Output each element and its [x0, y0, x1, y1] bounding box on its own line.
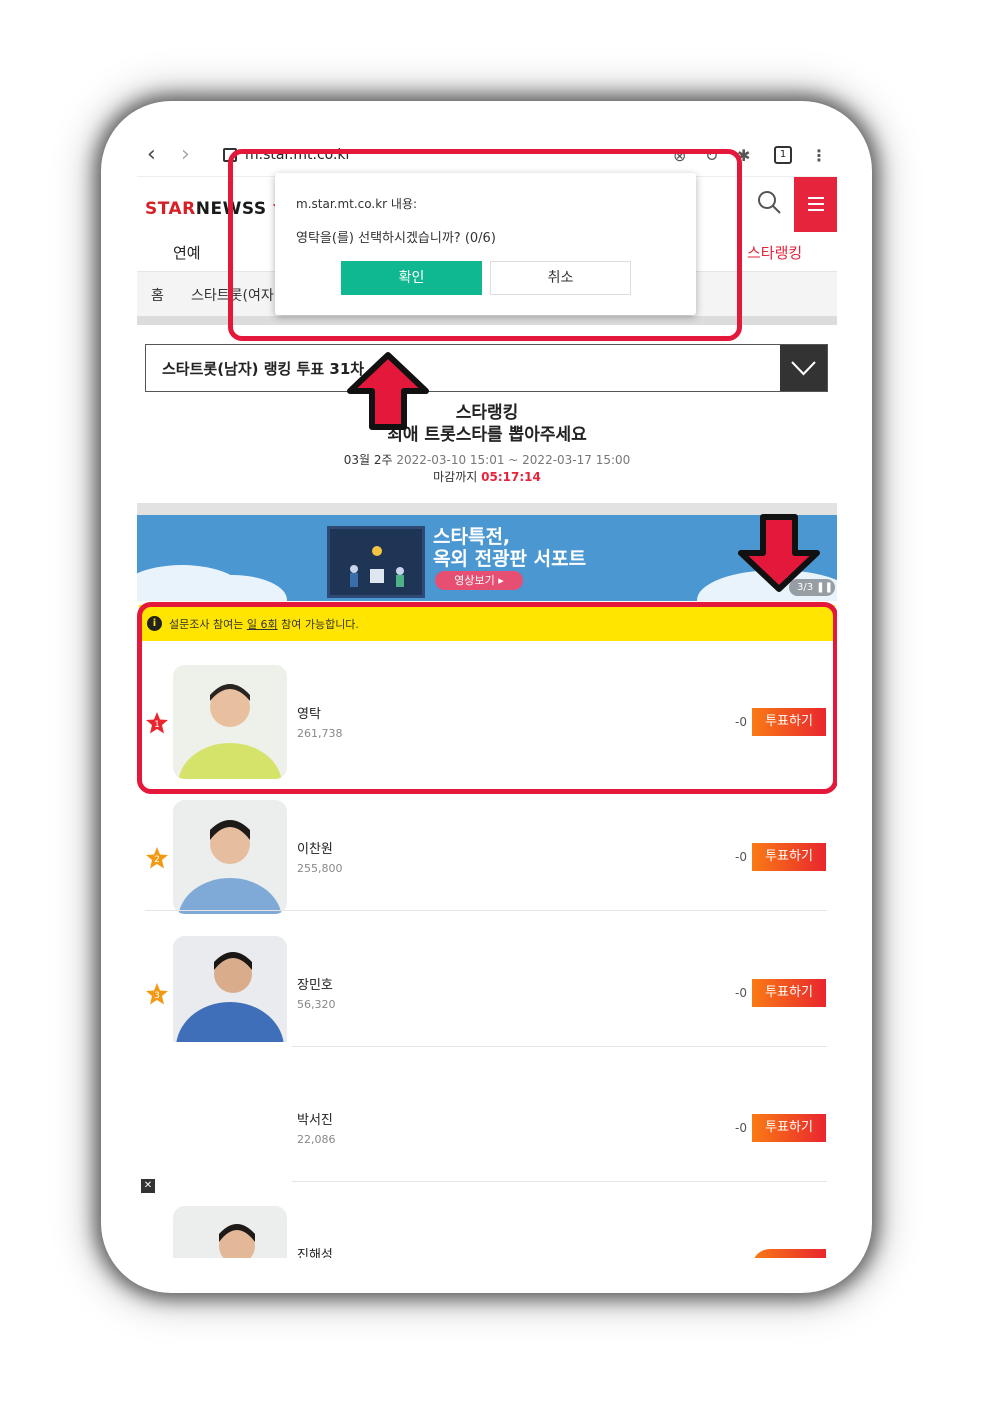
candidate-name: 박서진	[297, 1113, 333, 1128]
banner-line-2: 옥외 전광판 서포트	[433, 548, 587, 570]
ranking-subtitle: 최애 트롯스타를 뽑아주세요	[387, 425, 587, 445]
up-arrow-icon	[347, 352, 429, 430]
vote-button[interactable]: 투표하기	[752, 843, 826, 871]
nav-item-star-ranking[interactable]: 스타랭킹	[747, 242, 802, 263]
section-divider-2	[137, 503, 837, 515]
nav-item-entertainment[interactable]: 연예	[173, 242, 201, 263]
candidate-name: 이찬원	[297, 842, 333, 857]
candidate-votes: 255,800	[297, 862, 343, 875]
logo-text-star: STAR	[145, 199, 196, 219]
candidate-name: 장민호	[297, 978, 333, 993]
candidate-name: 진해성	[297, 1248, 333, 1258]
rank-3-star-icon: 3	[146, 983, 168, 1005]
breadcrumb-home[interactable]: 홈	[151, 285, 164, 305]
candidate-row: 박서진 22,086 -0 투표하기	[137, 1047, 837, 1182]
candidate-row: 2 이찬원 255,800 -0 투표하기	[137, 776, 837, 914]
deadline-label: 마감까지	[433, 470, 478, 484]
svg-text:2: 2	[154, 855, 160, 865]
candidate-row: 진해성	[137, 1182, 837, 1258]
back-icon[interactable]: ‹	[147, 142, 156, 167]
promo-banner[interactable]: 스타특전, 옥외 전광판 서포트 영상보기 ▸ 3/3 ❚❚	[137, 515, 837, 601]
candidate-highlight-box	[137, 602, 837, 794]
vote-button[interactable]	[752, 1249, 826, 1258]
candidate-delta: -0	[735, 1121, 747, 1135]
tablet-frame: ‹ › m.star.mt.co.kr ⊗ ↻ ✱ 1 ⋮ STARNEWSS …	[101, 101, 872, 1293]
banner-video-button[interactable]: 영상보기 ▸	[435, 571, 523, 590]
search-icon[interactable]	[754, 187, 784, 217]
candidate-delta: -0	[735, 986, 747, 1000]
period-range: 2022-03-10 15:01 ~ 2022-03-17 15:00	[396, 453, 631, 467]
billboard-illustration	[327, 526, 425, 598]
vote-button[interactable]: 투표하기	[752, 979, 826, 1007]
forward-icon[interactable]: ›	[181, 142, 190, 167]
candidate-votes: 56,320	[297, 998, 336, 1011]
candidate-row: 3 장민호 56,320 -0 투표하기	[137, 912, 837, 1047]
ranking-period: 03월 2주 2022-03-10 15:01 ~ 2022-03-17 15:…	[137, 451, 837, 468]
candidate-photo	[173, 1206, 287, 1258]
period-week: 03월 2주	[343, 453, 393, 467]
vote-round-selected: 스타트롯(남자) 랭킹 투표 31차	[162, 360, 365, 378]
tab-count-button[interactable]: 1	[774, 146, 792, 164]
browser-screen: ‹ › m.star.mt.co.kr ⊗ ↻ ✱ 1 ⋮ STARNEWSS …	[137, 136, 837, 1258]
vote-round-select[interactable]: 스타트롯(남자) 랭킹 투표 31차	[145, 344, 828, 392]
chevron-down-icon[interactable]	[780, 345, 827, 391]
candidate-votes: 22,086	[297, 1133, 336, 1146]
deadline: 마감까지 05:17:14	[137, 468, 837, 485]
down-arrow-icon	[738, 514, 820, 592]
deadline-countdown: 05:17:14	[481, 470, 541, 484]
vote-button[interactable]: 투표하기	[752, 1114, 826, 1142]
candidate-photo	[173, 800, 287, 914]
more-menu-icon[interactable]: ⋮	[811, 146, 827, 165]
candidate-photo	[173, 936, 287, 1042]
hamburger-menu-button[interactable]	[794, 177, 837, 232]
dialog-highlight-box	[228, 149, 742, 341]
svg-text:3: 3	[154, 991, 160, 1001]
candidate-delta: -0	[735, 850, 747, 864]
rank-2-star-icon: 2	[146, 847, 168, 869]
